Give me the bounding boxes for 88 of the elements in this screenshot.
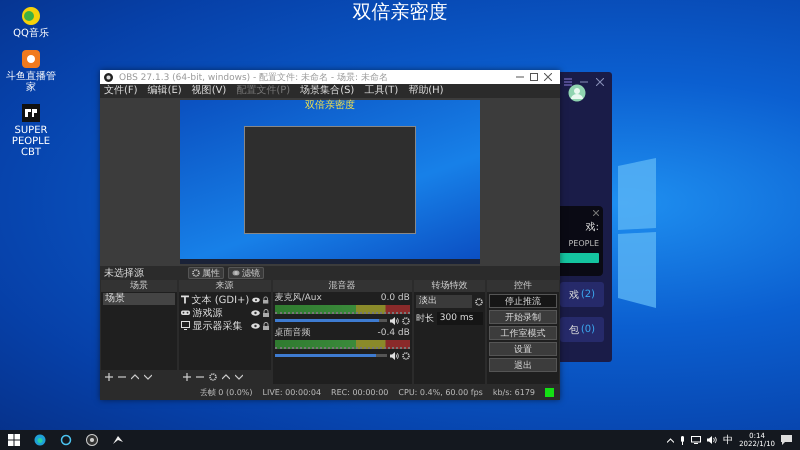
menu-item[interactable]: 编辑(E) — [148, 85, 182, 97]
speaker-icon[interactable] — [707, 436, 718, 444]
menu-icon[interactable] — [564, 78, 572, 86]
source-item[interactable]: 文本 (GDI+) — [192, 292, 250, 306]
up-icon[interactable] — [222, 374, 230, 380]
dock-title: 场景 — [101, 280, 177, 292]
lock-icon[interactable] — [262, 308, 269, 316]
source-item[interactable]: 游戏源 — [192, 306, 248, 320]
filter-icon — [232, 269, 240, 277]
close-icon[interactable] — [596, 78, 604, 86]
source-toolbar-button[interactable]: 滤镜 — [228, 267, 264, 279]
add-icon[interactable] — [182, 373, 191, 381]
dial-icon[interactable] — [86, 434, 98, 446]
desktop-icon-label[interactable]: 斗鱼直播管家 — [2, 71, 60, 93]
dock-title: 来源 — [178, 280, 271, 292]
gear-icon[interactable] — [208, 373, 217, 381]
music-app-icon[interactable] — [21, 6, 41, 26]
source-item[interactable]: 显示器采集 — [192, 318, 248, 332]
app-list-item[interactable]: 包 (0) — [560, 317, 604, 342]
channel-name: 桌面音频 — [274, 328, 311, 339]
speaker-icon[interactable] — [390, 316, 399, 324]
browser-icon[interactable] — [34, 434, 46, 446]
gamepad-icon — [180, 308, 190, 317]
ring-icon[interactable] — [60, 434, 72, 446]
popup-action-button[interactable] — [559, 253, 599, 263]
stream-app-icon[interactable] — [21, 49, 41, 69]
volume-reading: 0.0 dB — [380, 293, 410, 304]
dock-title: 转场特效 — [414, 280, 486, 292]
chevron-up-icon[interactable] — [667, 438, 674, 442]
down-icon[interactable] — [144, 374, 152, 380]
control-button[interactable]: 退出 — [489, 358, 557, 372]
control-button[interactable]: 停止推流 — [489, 294, 557, 308]
up-icon[interactable] — [131, 374, 139, 380]
transition-dropdown[interactable]: 淡出 — [416, 295, 472, 308]
lock-icon[interactable] — [263, 296, 269, 304]
channel-name: 麦克风/Aux — [274, 293, 322, 304]
microphone-icon[interactable] — [680, 436, 686, 444]
input-method-indicator[interactable]: 中 — [723, 433, 734, 447]
live-time: LIVE: 00:00:04 — [262, 388, 322, 396]
menu-item[interactable]: 帮助(H) — [408, 85, 444, 97]
eye-icon[interactable] — [250, 322, 260, 328]
lock-icon[interactable] — [262, 322, 269, 330]
dropped-frames: 丢帧 0 (0.0%) — [200, 386, 253, 398]
notification-icon[interactable] — [781, 435, 792, 445]
text-source-icon — [180, 295, 189, 304]
menu-item[interactable]: 工具(T) — [364, 85, 398, 97]
no-source-label: 未选择源 — [104, 266, 145, 280]
volume-reading: -0.4 dB — [377, 328, 410, 339]
gear-icon[interactable] — [402, 316, 410, 324]
rec-time: REC: 00:00:00 — [331, 388, 388, 396]
duration-field[interactable]: 300 ms — [436, 312, 484, 325]
control-button[interactable]: 开始录制 — [489, 310, 557, 324]
maximize-icon[interactable] — [530, 73, 538, 81]
desktop-icon-label[interactable]: QQ音乐 — [13, 28, 49, 39]
monitor-icon — [180, 321, 190, 330]
app-list-item[interactable]: 戏 (2) — [560, 282, 604, 307]
scene-item[interactable]: 场景 — [103, 293, 175, 305]
start-icon[interactable] — [8, 434, 20, 446]
menu-item[interactable]: 视图(V) — [192, 85, 226, 97]
app-logo-icon — [104, 72, 113, 82]
gear-icon[interactable] — [475, 298, 484, 306]
control-button[interactable]: 设置 — [489, 342, 557, 356]
window-title: OBS 27.1.3 (64-bit, windows) - 配置文件: 未命名 - 场景: 未命名 — [119, 72, 389, 84]
dock-title: 混音器 — [272, 280, 412, 292]
duration-label: 时长 — [416, 312, 434, 325]
popup-subtitle: PEOPLE — [568, 239, 599, 248]
eye-icon[interactable] — [252, 296, 260, 302]
down-icon[interactable] — [234, 374, 243, 380]
popup-title: 戏: — [586, 220, 599, 234]
add-icon[interactable] — [105, 373, 113, 381]
bitrate: kb/s: 6179 — [492, 388, 535, 396]
avatar-icon[interactable] — [568, 84, 586, 102]
gear-icon[interactable] — [402, 352, 410, 360]
stream-title: 双倍亲密度 — [352, 0, 448, 24]
menu-item[interactable]: 文件(F) — [104, 85, 138, 97]
desktop-icon-label[interactable]: SUPER PEOPLE CBT — [2, 125, 60, 158]
dock-title: 控件 — [487, 280, 559, 292]
cpu-usage: CPU: 0.4%, 60.00 fps — [398, 388, 483, 396]
preview-title: 双倍亲密度 — [305, 100, 355, 112]
menu-item[interactable]: 场景集合(S) — [300, 85, 354, 97]
eye-icon[interactable] — [250, 310, 260, 316]
game-app-icon[interactable] — [21, 103, 41, 123]
close-icon[interactable] — [593, 210, 599, 216]
control-button[interactable]: 工作室模式 — [489, 326, 557, 340]
gear-icon — [192, 269, 200, 277]
speaker-icon[interactable] — [390, 352, 399, 360]
source-toolbar-button[interactable]: 属性 — [188, 267, 224, 279]
close-icon[interactable] — [544, 73, 552, 81]
